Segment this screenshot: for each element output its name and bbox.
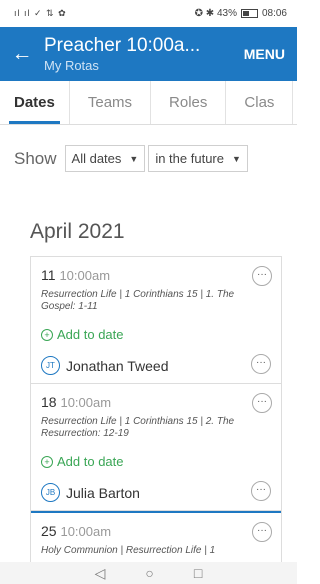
person-name: Jonathan Tweed [66, 357, 169, 374]
date-description: Resurrection Life | 1 Corinthians 15 | 1… [41, 289, 235, 312]
add-to-date-label: Add to date [57, 454, 124, 469]
nav-recents-icon[interactable]: □ [194, 565, 202, 581]
list-item[interactable]: 25 10:00am ··· Holy Communion | Resurrec… [31, 511, 281, 565]
date-day: 25 [41, 523, 57, 539]
date-line: 25 10:00am [41, 523, 271, 539]
date-line: 18 10:00am [41, 394, 271, 410]
battery-text: ✪ ✱ 43% [194, 8, 237, 19]
date-day: 11 [41, 267, 56, 283]
date-time: 10:00am [60, 395, 112, 410]
status-right: ✪ ✱ 43% 08:06 [195, 8, 287, 19]
caret-down-icon: ▼ [231, 153, 241, 164]
signal-icons: ıl ıl ✓ ⇅ ✿ [14, 8, 67, 18]
caret-down-icon: ▼ [129, 153, 139, 164]
menu-button[interactable]: MENU [236, 46, 297, 62]
plus-circle-icon: + [41, 455, 53, 468]
more-options-icon[interactable]: ··· [252, 266, 272, 286]
date-time: 10:00am [59, 268, 111, 283]
assigned-person[interactable]: JT Jonathan Tweed ··· [41, 354, 271, 375]
back-arrow-icon[interactable]: ← [0, 42, 44, 66]
more-options-icon[interactable]: ··· [251, 481, 271, 501]
filter-row: Show All dates ▼ in the future ▼ [0, 131, 297, 186]
app-bar: ← Preacher 10:00a... My Rotas MENU [0, 27, 297, 81]
add-to-date-button[interactable]: + Add to date [41, 327, 271, 342]
date-list: 11 10:00am ··· Resurrection Life | 1 Cor… [30, 256, 282, 566]
nav-home-icon[interactable]: ○ [145, 565, 153, 581]
date-line: 11 10:00am [41, 267, 271, 283]
system-nav-bar: ◁ ○ □ [0, 562, 297, 584]
nav-back-icon[interactable]: ◁ [95, 565, 106, 582]
tab-roles[interactable]: Roles [151, 81, 227, 124]
avatar: JB [41, 483, 60, 502]
add-to-date-label: Add to date [57, 327, 124, 342]
list-item[interactable]: 11 10:00am ··· Resurrection Life | 1 Cor… [31, 257, 281, 384]
assigned-person[interactable]: JB Julia Barton ··· [41, 481, 271, 502]
more-options-icon[interactable]: ··· [252, 393, 272, 413]
plus-circle-icon: + [41, 328, 53, 341]
date-description: Resurrection Life | 1 Corinthians 15 | 2… [41, 416, 235, 439]
month-heading: April 2021 [30, 220, 125, 243]
clock: 08:06 [261, 8, 287, 19]
time-filter-select[interactable]: in the future ▼ [148, 145, 248, 172]
show-label: Show [14, 148, 57, 168]
time-filter-value: in the future [155, 151, 224, 166]
date-filter-value: All dates [71, 151, 122, 166]
tab-classes[interactable]: Clas [226, 81, 294, 124]
battery-icon [240, 9, 258, 18]
date-time: 10:00am [60, 524, 112, 539]
page-subtitle: My Rotas [44, 58, 99, 73]
status-bar: ıl ıl ✓ ⇅ ✿ ✪ ✱ 43% 08:06 [0, 0, 297, 27]
person-name: Julia Barton [66, 484, 140, 501]
date-day: 18 [41, 394, 57, 410]
list-item[interactable]: 18 10:00am ··· Resurrection Life | 1 Cor… [31, 384, 281, 511]
title-block: Preacher 10:00a... My Rotas [44, 35, 236, 73]
tab-teams[interactable]: Teams [70, 81, 152, 124]
more-options-icon[interactable]: ··· [252, 522, 272, 542]
date-description: Holy Communion | Resurrection Life | 1 [41, 545, 216, 556]
page-title: Preacher 10:00a... [44, 35, 201, 56]
tab-bar: Dates Teams Roles Clas [0, 81, 297, 125]
avatar: JT [41, 356, 60, 375]
more-options-icon[interactable]: ··· [251, 354, 271, 374]
date-filter-select[interactable]: All dates ▼ [64, 145, 146, 172]
tab-dates[interactable]: Dates [0, 81, 70, 124]
add-to-date-button[interactable]: + Add to date [41, 454, 271, 469]
